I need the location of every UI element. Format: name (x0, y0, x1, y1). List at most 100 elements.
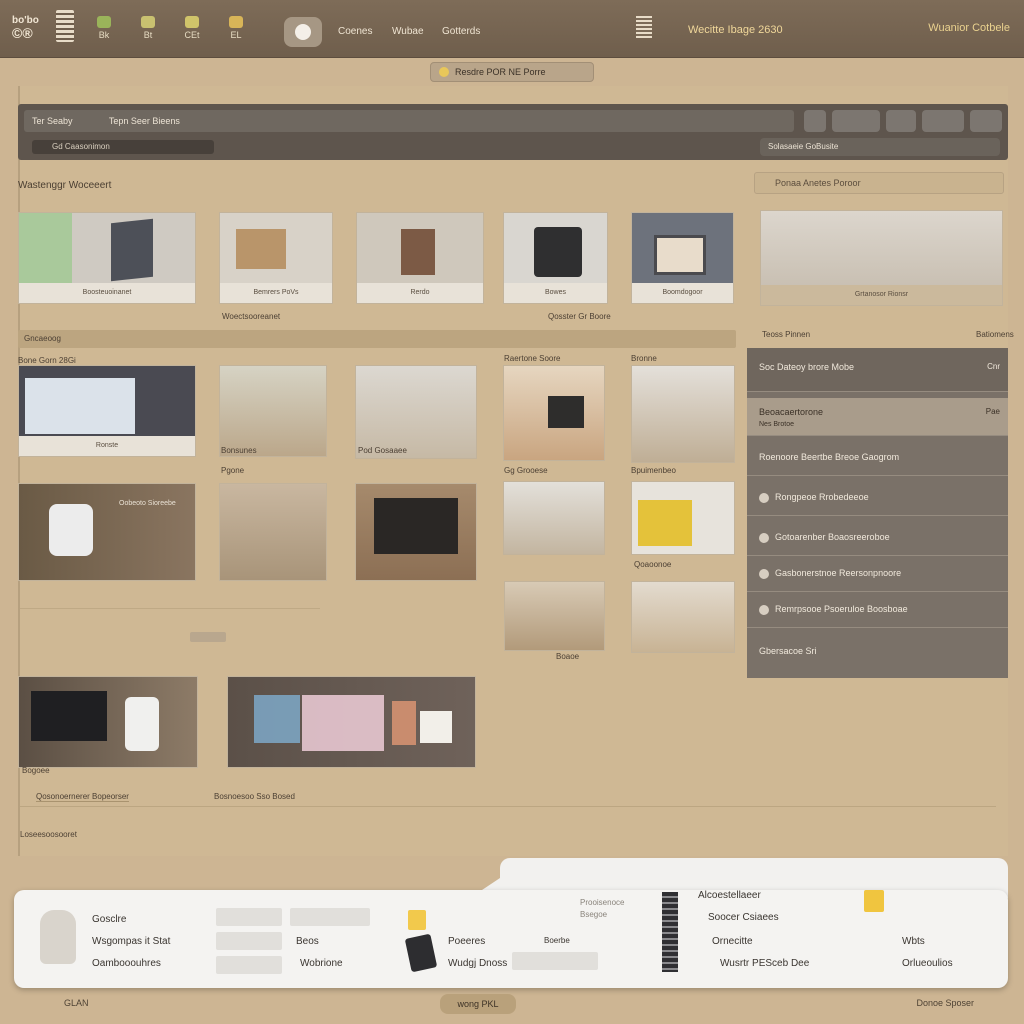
category-bar[interactable]: Gncaeoog (18, 330, 736, 348)
dock-text[interactable]: Orlueoulios (902, 958, 953, 969)
product-card[interactable] (219, 365, 327, 457)
bullet-icon (759, 492, 769, 503)
app-launcher-4[interactable]: EL (216, 16, 256, 40)
product-image (632, 213, 733, 283)
filter-button[interactable] (832, 110, 880, 132)
product-shape (49, 504, 93, 556)
product-shape (548, 396, 584, 428)
product-card[interactable] (631, 481, 735, 555)
app-launcher-1[interactable]: Bk (84, 16, 124, 40)
dock-text[interactable]: Alcoestellaeer (698, 890, 761, 901)
product-card[interactable] (355, 365, 477, 459)
filter-box[interactable]: Ponaa Anetes Poroor (754, 172, 1004, 194)
dock-text[interactable]: Wbts (902, 936, 925, 947)
nav-link-2[interactable]: Wubae (392, 26, 424, 37)
screen-shape (25, 378, 135, 434)
product-caption: Bowes (504, 283, 607, 303)
app-launcher-2[interactable]: Bt (128, 16, 168, 40)
product-card[interactable]: Bemrers PoVs (219, 212, 333, 304)
app-launcher-3[interactable]: CEt (172, 16, 212, 40)
product-card[interactable]: Rerdo (356, 212, 484, 304)
product-image (220, 484, 326, 580)
toolbar-tab-1[interactable]: Ter Seaby (32, 116, 73, 126)
app-icon (185, 16, 199, 28)
menu-header[interactable]: Soc Dateoy brore Mobe Cnr (747, 348, 1008, 392)
footer-right[interactable]: Donoe Sposer (916, 998, 974, 1008)
notice-pill[interactable]: Resdre POR NE Porre (430, 62, 594, 82)
menu-item[interactable]: Gbersacoe Sri (747, 632, 1008, 670)
product-card[interactable] (227, 676, 476, 768)
footer-pill-button[interactable]: wong PKL (440, 994, 516, 1014)
product-shape (236, 229, 286, 269)
showroom-card[interactable]: Grtanosor Rionsr (760, 210, 1003, 306)
folder-icon (408, 910, 426, 930)
bullet-icon (759, 604, 769, 615)
product-card[interactable]: Boomdogoor (631, 212, 734, 304)
account-menu[interactable]: Wuanior Cotbele (928, 22, 1010, 34)
menu-item[interactable]: Rongpeoe Rrobedeeoe (747, 478, 1008, 516)
dock-text[interactable]: Gosclre (92, 914, 126, 925)
dock-text[interactable]: Wudgj Dnoss (448, 958, 507, 969)
footer-link[interactable]: Bosnoesoo Sso Bosed (214, 792, 295, 801)
product-image (632, 482, 734, 554)
menu-item[interactable]: Gotoarenber Boaosreeroboe (747, 518, 1008, 556)
dock-text[interactable]: Ornecitte (712, 936, 753, 947)
menu-subheader-label: Beoacaertorone (759, 407, 824, 417)
sub-label[interactable]: Qosster Gr Boore (548, 312, 611, 321)
dock-text[interactable]: Wusrtr PESceb Dee (720, 958, 809, 969)
sort-dropdown[interactable]: Solasaeie GoBusite (760, 138, 1000, 156)
product-card[interactable] (631, 365, 735, 463)
device-shape (125, 697, 159, 751)
search-input[interactable]: Gd Caasonimon (32, 140, 214, 154)
nav-link-3[interactable]: Gotterds (442, 26, 480, 37)
product-card[interactable] (18, 676, 198, 768)
sub-label[interactable]: Woectsooreanet (222, 312, 280, 321)
document-icon[interactable] (636, 16, 652, 38)
product-card[interactable] (631, 581, 735, 653)
product-image (504, 482, 604, 554)
menu-subheader[interactable]: Beoacaertorone Pae Nes Brotoe (747, 398, 1008, 436)
dock-text[interactable]: Wobrione (300, 958, 343, 969)
product-card[interactable] (504, 581, 605, 651)
bottom-dock: Gosclre Wsgompas it Stat Oambooouhres Be… (14, 890, 1008, 988)
product-card[interactable] (355, 483, 477, 581)
group-label: Bone Gorn 28Gi (18, 356, 76, 365)
dock-text[interactable]: Soocer Csiaees (708, 912, 779, 923)
product-card[interactable] (503, 481, 605, 555)
brand-logo-line2: ©® (12, 25, 33, 41)
footer-link[interactable]: Qosonoernerer Bopeorser (36, 792, 129, 802)
site-title: Wecitte Ibage 2630 (688, 24, 783, 36)
toolbar-tab-2[interactable]: Tepn Seer Bieens (109, 116, 180, 126)
footer-left: GLAN (64, 998, 89, 1008)
menu-subheader-right: Pae (985, 407, 1000, 416)
settings-icon[interactable] (886, 110, 916, 132)
phone-icon (404, 933, 438, 973)
product-card[interactable]: Boosteuoinanet (18, 212, 196, 304)
dock-text[interactable]: Wsgompas it Stat (92, 936, 170, 947)
menu-item[interactable]: Roenoore Beertbe Breoe Gaogrom (747, 438, 1008, 476)
menu-item[interactable]: Gasbonerstnoe Reersonpnoore (747, 554, 1008, 592)
view-toggle-button[interactable] (922, 110, 964, 132)
product-card[interactable]: Oobeoto Sioreebe (18, 483, 196, 581)
dock-text[interactable]: Oambooouhres (92, 958, 161, 969)
more-icon[interactable] (970, 110, 1002, 132)
footer-link[interactable]: Loseesoosooret (20, 830, 77, 839)
small-button[interactable] (190, 632, 226, 642)
product-card[interactable]: Bowes (503, 212, 608, 304)
nav-link-1[interactable]: Coenes (338, 26, 372, 37)
product-card[interactable] (503, 365, 605, 461)
product-shape (654, 235, 706, 275)
placeholder-bar (216, 956, 282, 974)
group-label: Qoaoonoe (634, 560, 672, 569)
product-card[interactable] (219, 483, 327, 581)
dock-small-text: Prooisenoce (580, 898, 625, 907)
circle-icon[interactable] (804, 110, 826, 132)
showroom-caption: Grtanosor Rionsr (761, 285, 1002, 305)
brand-logo[interactable]: bo'bo ©® (12, 14, 39, 40)
dock-text[interactable]: Poeeres (448, 936, 485, 947)
grid-menu-icon[interactable] (56, 10, 74, 42)
home-button[interactable] (284, 17, 322, 47)
product-card[interactable]: Ronste (18, 365, 196, 457)
menu-item[interactable]: Remrpsooe Psoeruloe Boosboae (747, 590, 1008, 628)
dock-text[interactable]: Beos (296, 936, 319, 947)
